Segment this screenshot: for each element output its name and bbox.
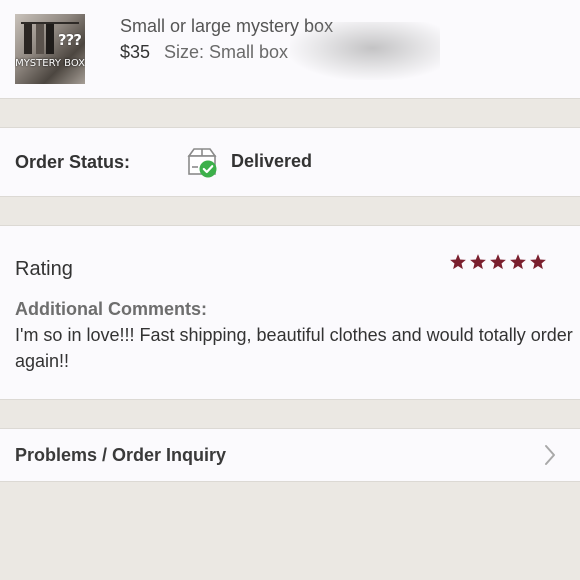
thumbnail-label: MYSTERY BOX — [15, 58, 85, 69]
additional-comments-label: Additional Comments: — [15, 299, 207, 319]
star-rating — [449, 253, 547, 271]
clothing-graphic — [36, 24, 44, 54]
star-icon — [490, 254, 506, 270]
redaction-smudge — [290, 22, 440, 80]
order-status-value: Delivered — [231, 151, 313, 171]
order-status-card: Order Status: Delivered — [0, 127, 580, 197]
clothing-graphic — [24, 24, 32, 54]
product-thumbnail[interactable]: ??? MYSTERY BOX — [15, 14, 85, 84]
star-icon — [450, 254, 466, 270]
order-status-label: Order Status: — [15, 152, 131, 172]
order-inquiry-row[interactable]: Problems / Order Inquiry — [0, 428, 580, 482]
product-price: $35 — [120, 42, 151, 62]
order-details-page: ??? MYSTERY BOX Small or large mystery b… — [0, 0, 580, 580]
order-inquiry-label[interactable]: Problems / Order Inquiry — [15, 445, 226, 466]
rating-title: Rating — [15, 258, 73, 280]
thumbnail-question-marks: ??? — [57, 31, 82, 49]
product-size: Size: Small box — [164, 42, 289, 62]
star-icon — [530, 254, 546, 270]
star-icon — [510, 254, 526, 270]
delivered-box-icon — [187, 148, 217, 178]
star-icon — [470, 254, 486, 270]
chevron-right-icon[interactable] — [543, 444, 557, 466]
rating-card: Rating Additional Comments: I'm so in lo… — [0, 225, 580, 400]
clothing-graphic — [46, 24, 54, 54]
additional-comments-text: I'm so in love!!! Fast shipping, beautif… — [15, 325, 573, 371]
product-card[interactable]: ??? MYSTERY BOX Small or large mystery b… — [0, 0, 580, 99]
